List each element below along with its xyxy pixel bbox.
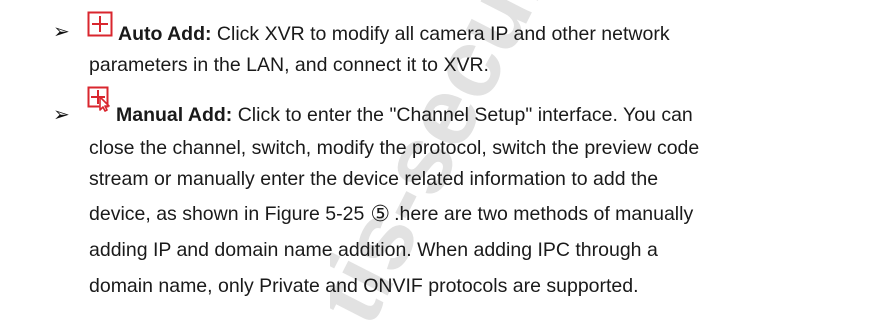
manual-add-line-5: adding IP and domain name addition. When… (89, 239, 658, 261)
manual-add-line-1: Manual Add: Click to enter the "Channel … (116, 103, 693, 127)
manual-add-line-6: domain name, only Private and ONVIF prot… (89, 275, 639, 297)
auto-add-plus-icon[interactable] (87, 11, 113, 37)
auto-add-text-1: Click XVR to modify all camera IP and ot… (216, 23, 670, 45)
manual-add-line-4: device, as shown in Figure 5-25 ⑤ .here ar… (89, 202, 693, 227)
manual-add-cursor-icon[interactable] (87, 86, 113, 112)
auto-add-line-1: Auto Add: Click XVR to modify all camera… (118, 22, 670, 46)
manual-add-text-4a: device, as shown in Figure 5-25 (89, 203, 365, 225)
manual-add-line-2: close the channel, switch, modify the pr… (89, 137, 700, 159)
manual-add-line-3: stream or manually enter the device rela… (89, 168, 659, 190)
manual-add-text-1: Click to enter the "Channel Setup" inter… (237, 104, 693, 126)
circled-number-5: ⑤ (370, 202, 391, 227)
bullet-arrow-icon: ➢ (53, 21, 70, 43)
auto-add-title: Auto Add: (118, 23, 212, 45)
manual-add-text-4b: .here are two methods of manually (394, 203, 694, 225)
auto-add-line-2: parameters in the LAN, and connect it to… (89, 54, 489, 76)
manual-add-title: Manual Add: (116, 104, 233, 126)
bullet-arrow-icon: ➢ (53, 104, 70, 126)
